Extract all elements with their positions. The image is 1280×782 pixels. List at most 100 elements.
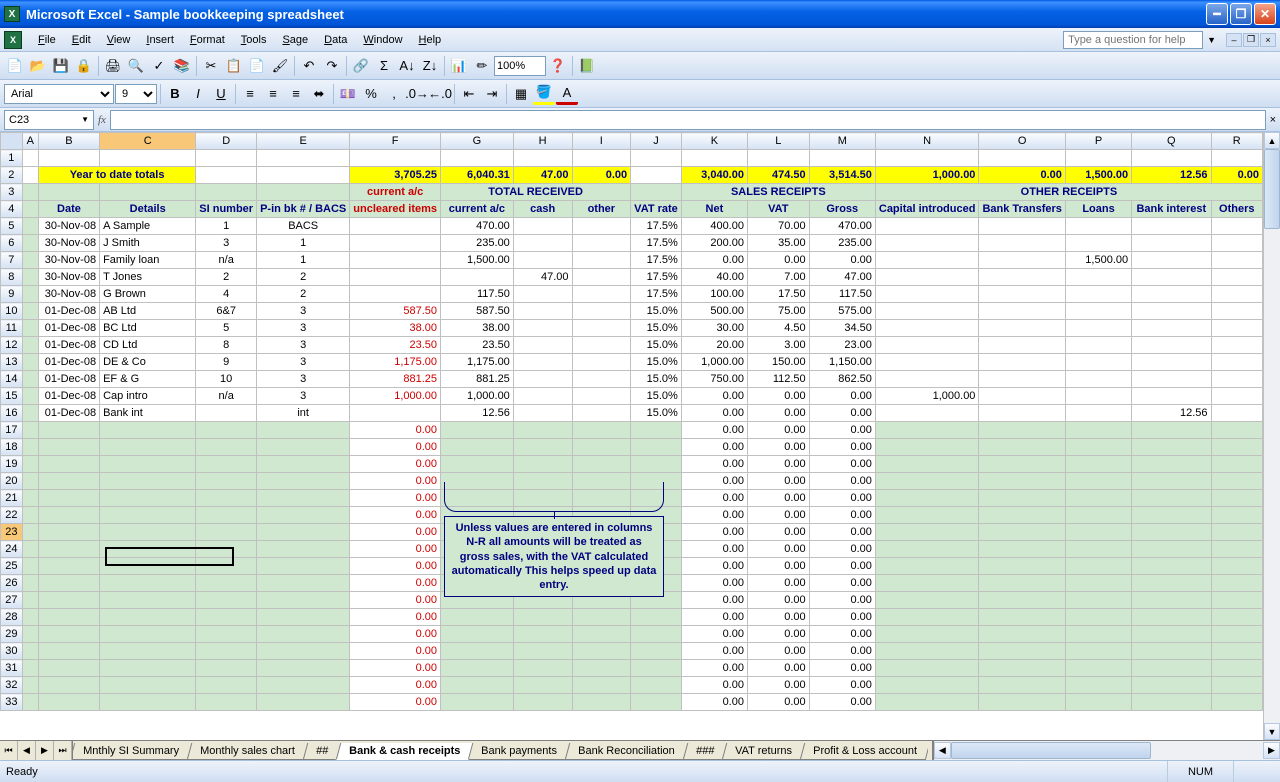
col-header-F[interactable]: F	[350, 133, 441, 150]
cell[interactable]	[22, 660, 38, 677]
cell[interactable]: J Smith	[100, 235, 196, 252]
cell[interactable]: 0.00	[747, 422, 809, 439]
cell[interactable]	[1065, 541, 1131, 558]
cell[interactable]: 3.00	[747, 337, 809, 354]
cell[interactable]	[1065, 609, 1131, 626]
cell[interactable]	[979, 286, 1065, 303]
cell[interactable]: 0.00	[809, 677, 875, 694]
cell[interactable]	[196, 677, 257, 694]
col-header-Q[interactable]: Q	[1132, 133, 1211, 150]
cell[interactable]: Net	[681, 201, 747, 218]
menu-window[interactable]: Window	[355, 31, 410, 49]
cell[interactable]	[100, 677, 196, 694]
cell[interactable]	[196, 541, 257, 558]
cell[interactable]	[100, 660, 196, 677]
cell[interactable]	[100, 184, 196, 201]
cell[interactable]	[38, 609, 99, 626]
decrease-decimal-icon[interactable]: ←.0	[429, 83, 451, 105]
cell[interactable]	[1065, 643, 1131, 660]
row-header-1[interactable]: 1	[1, 150, 23, 167]
sheet-tab-8[interactable]: Profit & Loss account	[800, 743, 928, 760]
cell[interactable]	[38, 422, 99, 439]
cell[interactable]	[22, 167, 38, 184]
cell[interactable]: 01-Dec-08	[38, 388, 99, 405]
cell[interactable]	[196, 439, 257, 456]
col-header-L[interactable]: L	[747, 133, 809, 150]
cell[interactable]: Others	[1211, 201, 1262, 218]
cell[interactable]: 0.00	[747, 541, 809, 558]
cell[interactable]: other	[572, 201, 631, 218]
cell[interactable]	[350, 252, 441, 269]
cell[interactable]: 17.5%	[631, 218, 682, 235]
cell[interactable]: 01-Dec-08	[38, 405, 99, 422]
menu-insert[interactable]: Insert	[138, 31, 182, 49]
cell[interactable]	[572, 354, 631, 371]
cell[interactable]: 15.0%	[631, 320, 682, 337]
cell[interactable]: 15.0%	[631, 337, 682, 354]
cell[interactable]	[631, 660, 682, 677]
cell[interactable]	[1132, 626, 1211, 643]
row-header-26[interactable]: 26	[1, 575, 23, 592]
cell[interactable]	[1211, 388, 1262, 405]
cell[interactable]	[257, 575, 350, 592]
cell[interactable]: Gross	[809, 201, 875, 218]
cell[interactable]	[1211, 524, 1262, 541]
hyperlink-icon[interactable]: 🔗	[350, 55, 372, 77]
cell[interactable]: 0.00	[809, 524, 875, 541]
hscroll-thumb[interactable]	[951, 742, 1151, 759]
cell[interactable]: 0.00	[350, 456, 441, 473]
cell[interactable]	[196, 643, 257, 660]
cell[interactable]: Date	[38, 201, 99, 218]
cell[interactable]	[100, 592, 196, 609]
row-header-28[interactable]: 28	[1, 609, 23, 626]
cell[interactable]	[1211, 252, 1262, 269]
cell[interactable]	[513, 235, 572, 252]
cell[interactable]: 0.00	[681, 609, 747, 626]
cell[interactable]	[350, 150, 441, 167]
cell[interactable]	[979, 422, 1065, 439]
col-header-R[interactable]: R	[1211, 133, 1262, 150]
row-header-22[interactable]: 22	[1, 507, 23, 524]
row-header-6[interactable]: 6	[1, 235, 23, 252]
cell[interactable]: 15.0%	[631, 405, 682, 422]
cell[interactable]	[513, 473, 572, 490]
cell[interactable]	[1211, 558, 1262, 575]
cell[interactable]	[875, 490, 979, 507]
cell[interactable]	[1065, 626, 1131, 643]
cell[interactable]: 750.00	[681, 371, 747, 388]
decrease-indent-icon[interactable]: ⇤	[458, 83, 480, 105]
cell[interactable]	[22, 422, 38, 439]
cell[interactable]	[196, 592, 257, 609]
cell[interactable]: 38.00	[350, 320, 441, 337]
cell[interactable]: 8	[196, 337, 257, 354]
tab-prev-icon[interactable]: ◀	[18, 741, 36, 760]
cell[interactable]: 0.00	[681, 422, 747, 439]
fx-icon[interactable]: fx	[98, 114, 106, 126]
cell[interactable]: 2	[196, 269, 257, 286]
cell[interactable]	[875, 592, 979, 609]
cell[interactable]: 1,500.00	[441, 252, 514, 269]
cell[interactable]	[1211, 694, 1262, 711]
cell[interactable]	[1132, 218, 1211, 235]
cell[interactable]	[257, 473, 350, 490]
cell[interactable]: 17.5%	[631, 252, 682, 269]
cell[interactable]: 150.00	[747, 354, 809, 371]
cell[interactable]	[513, 286, 572, 303]
cell[interactable]	[875, 558, 979, 575]
formula-input[interactable]	[110, 110, 1266, 130]
window-minimize-button[interactable]: ━	[1206, 3, 1228, 25]
cell[interactable]	[100, 490, 196, 507]
cell[interactable]	[441, 473, 514, 490]
col-header-B[interactable]: B	[38, 133, 99, 150]
cell[interactable]	[22, 320, 38, 337]
cell[interactable]: 0.00	[350, 643, 441, 660]
cell[interactable]	[1132, 269, 1211, 286]
cell[interactable]: 1,000.00	[875, 167, 979, 184]
cell[interactable]	[257, 507, 350, 524]
cell[interactable]	[1211, 150, 1262, 167]
cell[interactable]: G Brown	[100, 286, 196, 303]
cell[interactable]: 1,500.00	[1065, 252, 1131, 269]
cell[interactable]	[572, 626, 631, 643]
cell[interactable]: 0.00	[747, 507, 809, 524]
select-all-button[interactable]	[1, 133, 23, 150]
